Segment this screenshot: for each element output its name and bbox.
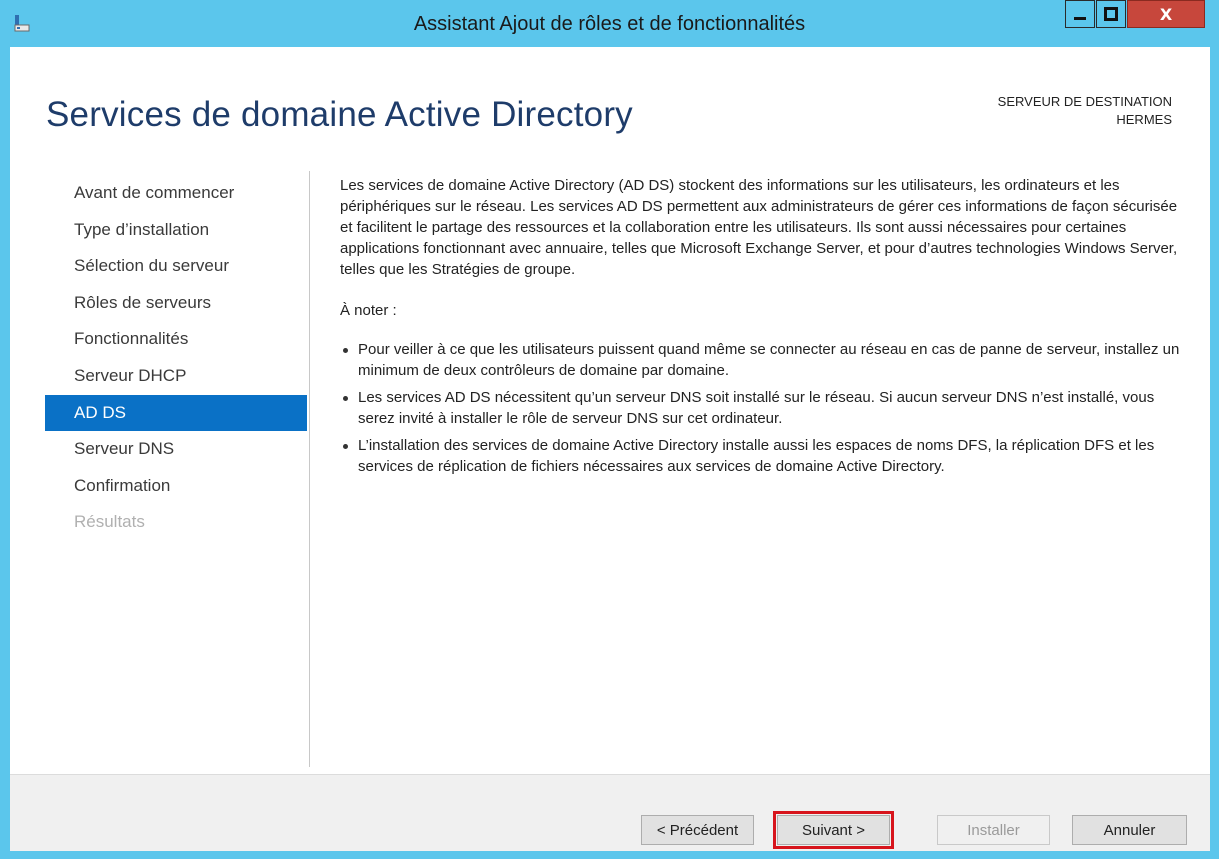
maximize-icon <box>1104 7 1118 21</box>
nav-item-confirmation[interactable]: Confirmation <box>45 468 307 505</box>
destination-server: SERVEUR DE DESTINATION HERMES <box>998 93 1172 129</box>
intro-paragraph: Les services de domaine Active Directory… <box>340 177 1178 278</box>
maximize-button[interactable] <box>1096 0 1126 28</box>
nav-item-avant-de-commencer[interactable]: Avant de commencer <box>45 175 307 212</box>
title-bar[interactable]: Assistant Ajout de rôles et de fonctionn… <box>0 0 1219 47</box>
nav-item-roles-serveurs[interactable]: Rôles de serveurs <box>45 285 307 322</box>
install-button: Installer <box>937 815 1050 845</box>
wizard-footer: < Précédent Suivant > Installer Annuler <box>10 774 1210 852</box>
main-description: Les services de domaine Active Directory… <box>340 175 1185 483</box>
list-item: Les services AD DS nécessitent qu’un ser… <box>340 387 1185 429</box>
cancel-button[interactable]: Annuler <box>1072 815 1187 845</box>
wizard-content: Services de domaine Active Directory SER… <box>10 47 1210 774</box>
wizard-step-nav: Avant de commencer Type d’installation S… <box>45 175 307 541</box>
list-item: Pour veiller à ce que les utilisateurs p… <box>340 339 1185 381</box>
next-button[interactable]: Suivant > <box>773 811 894 849</box>
minimize-button[interactable] <box>1065 0 1095 28</box>
close-icon: X <box>1159 4 1173 24</box>
nav-item-serveur-dhcp[interactable]: Serveur DHCP <box>45 358 307 395</box>
page-title: Services de domaine Active Directory <box>46 95 633 134</box>
nav-item-serveur-dns[interactable]: Serveur DNS <box>45 431 307 468</box>
nav-item-fonctionnalites[interactable]: Fonctionnalités <box>45 321 307 358</box>
destination-label: SERVEUR DE DESTINATION <box>997 94 1172 109</box>
note-heading: À noter : <box>340 302 397 319</box>
list-item: L’installation des services de domaine A… <box>340 435 1185 477</box>
minimize-icon <box>1074 17 1086 20</box>
wizard-window: Assistant Ajout de rôles et de fonctionn… <box>0 0 1219 859</box>
window-bottom-border <box>0 851 1219 859</box>
nav-item-resultats: Résultats <box>74 512 145 532</box>
note-list: Pour veiller à ce que les utilisateurs p… <box>340 339 1185 477</box>
nav-item-selection-serveur[interactable]: Sélection du serveur <box>45 248 307 285</box>
nav-item-type-installation[interactable]: Type d’installation <box>45 212 307 249</box>
previous-button[interactable]: < Précédent <box>641 815 754 845</box>
close-button[interactable]: X <box>1127 0 1205 28</box>
destination-server-name: HERMES <box>1116 112 1172 127</box>
nav-divider <box>309 171 310 767</box>
nav-item-ad-ds[interactable]: AD DS <box>45 394 307 432</box>
window-title: Assistant Ajout de rôles et de fonctionn… <box>413 13 806 35</box>
